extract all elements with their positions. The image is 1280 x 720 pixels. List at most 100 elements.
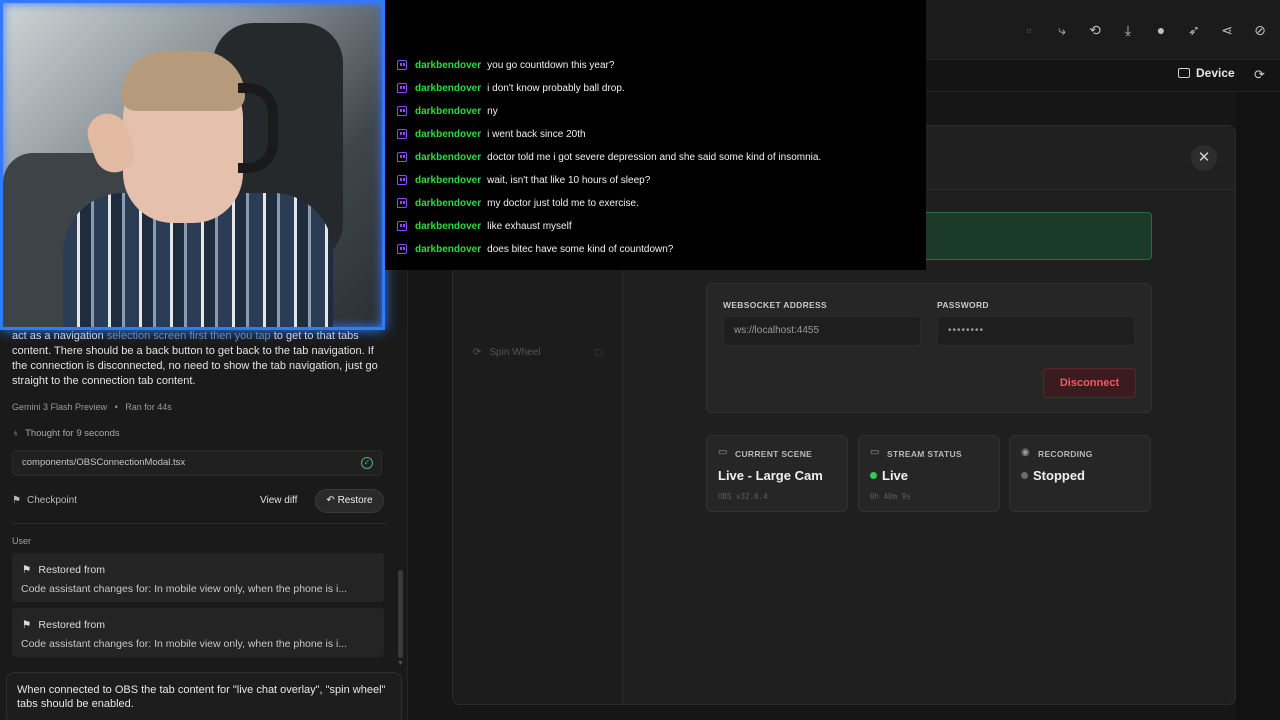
share-icon[interactable]: ⋖ — [1218, 21, 1236, 39]
scene-value: Live - Large Cam — [718, 468, 823, 483]
twitch-icon — [397, 60, 407, 70]
thought-label: Thought for 9 seconds — [25, 428, 120, 439]
prompt-input[interactable]: When connected to OBS the tab content fo… — [6, 672, 402, 720]
chat-text: ny — [487, 105, 498, 117]
thought-toggle[interactable]: ♁ Thought for 9 seconds — [12, 428, 120, 439]
recording-value: Stopped — [1033, 468, 1085, 483]
refresh-icon: ⟳ — [473, 346, 482, 358]
rocket-icon[interactable]: ➶ — [1185, 21, 1203, 39]
restored-title: Restored from — [38, 564, 105, 576]
password-label: PASSWORD — [937, 300, 989, 310]
flag-icon: ⚑ — [22, 619, 32, 631]
chat-message: darkbendover like exhaust myself — [397, 218, 572, 234]
webcam-person-hair — [121, 51, 245, 111]
twitch-icon — [397, 221, 407, 231]
twitch-icon — [397, 152, 407, 162]
twitch-icon — [397, 106, 407, 116]
disconnect-button[interactable]: Disconnect — [1043, 368, 1136, 398]
changed-file[interactable]: components/OBSConnectionModal.tsx ✓ — [12, 450, 382, 476]
flag-icon: ⚑ — [22, 564, 32, 576]
chat-username: darkbendover — [415, 82, 482, 94]
stopped-dot — [1021, 472, 1028, 479]
chat-text: i went back since 20th — [487, 128, 586, 140]
chat-username: darkbendover — [415, 151, 482, 163]
scroll-down-icon[interactable]: ▼ — [397, 660, 404, 667]
restored-desc: Code assistant changes for: In mobile vi… — [21, 638, 348, 650]
password-input[interactable]: •••••••• — [937, 316, 1135, 346]
chat-username: darkbendover — [415, 220, 482, 232]
view-diff-button[interactable]: View diff — [260, 495, 297, 506]
top-toolbar: ▫ ⤷ ⟲ ⤓ ● ➶ ⋖ ⊘ — [926, 0, 1280, 60]
undo-icon: ↶ — [326, 495, 338, 506]
restore-button[interactable]: ↶ Restore — [315, 489, 384, 513]
chat-username: darkbendover — [415, 59, 482, 71]
webcam-overlay — [0, 0, 385, 330]
checkpoint-label: Checkpoint — [26, 495, 77, 506]
model-name: Gemini 3 Flash Preview — [12, 402, 108, 412]
flag-icon: ⚑ — [12, 495, 21, 506]
chat-text: wait, isn't that like 10 hours of sleep? — [487, 174, 651, 186]
recording-value-wrap: Stopped — [1021, 468, 1085, 483]
twitch-icon — [397, 83, 407, 93]
twitch-chat-overlay: darkbendover you go countdown this year? … — [385, 0, 926, 270]
restored-desc: Code assistant changes for: In mobile vi… — [21, 583, 348, 595]
twitch-icon — [397, 175, 407, 185]
stream-value-wrap: Live — [870, 468, 908, 483]
device-label: Device — [1196, 66, 1235, 80]
tab-spin-wheel[interactable]: ⟳ Spin Wheel ▢ — [473, 340, 603, 364]
twitch-icon — [397, 244, 407, 254]
device-button[interactable]: Device — [1178, 66, 1235, 80]
chat-username: darkbendover — [415, 105, 482, 117]
chat-message: darkbendover does bitec have some kind of… — [397, 241, 673, 257]
save-icon[interactable]: ▫ — [1020, 21, 1038, 39]
chat-text: you go countdown this year? — [487, 59, 615, 71]
chat-message: darkbendover my doctor just told me to ex… — [397, 195, 639, 211]
preview-bar: Device ⟳ — [926, 60, 1280, 92]
restored-title: Restored from — [38, 619, 105, 631]
stream-label: STREAM STATUS — [887, 449, 962, 459]
tab-label: Spin Wheel — [489, 346, 541, 358]
obs-version: OBS v32.0.4 — [718, 492, 768, 501]
scrollbar[interactable] — [398, 570, 403, 658]
monitor-icon — [1178, 68, 1190, 78]
chat-text: does bitec have some kind of countdown? — [487, 243, 674, 255]
twitch-icon — [397, 198, 407, 208]
stream-status-card: ▭ STREAM STATUS Live 0h 40m 9s — [858, 435, 1000, 512]
user-label: User — [12, 536, 32, 546]
chat-message: darkbendover i went back since 20th — [397, 126, 586, 142]
message-text-1: act as a navigation — [12, 330, 107, 342]
restored-item[interactable]: ⚑ Restored from Code assistant changes fo… — [12, 553, 384, 602]
preview-edge — [1236, 92, 1280, 720]
current-scene-card: ▭ CURRENT SCENE Live - Large Cam OBS v32… — [706, 435, 848, 512]
headphones — [238, 83, 278, 173]
lock-icon: ▢ — [594, 346, 603, 357]
monitor-icon: ▭ — [718, 447, 728, 458]
chat-message: darkbendover i don't know probably ball d… — [397, 80, 625, 96]
chat-text: i don't know probably ball drop. — [487, 82, 625, 94]
restore-label: Restore — [337, 495, 373, 506]
close-icon[interactable]: ✕ — [1191, 145, 1217, 171]
twitch-icon — [397, 129, 407, 139]
download-icon[interactable]: ⤓ — [1119, 21, 1137, 39]
fork-icon[interactable]: ⤷ — [1053, 21, 1071, 39]
record-icon: ◉ — [1021, 447, 1030, 458]
check-icon: ✓ — [361, 457, 373, 469]
restored-item[interactable]: ⚑ Restored from Code assistant changes fo… — [12, 608, 384, 657]
hide-icon[interactable]: ⊘ — [1251, 21, 1269, 39]
chat-text: like exhaust myself — [487, 220, 572, 232]
live-dot — [870, 472, 877, 479]
websocket-input[interactable]: ws://localhost:4455 — [723, 316, 921, 346]
divider — [12, 523, 386, 524]
checkpoint: ⚑ Checkpoint — [12, 495, 77, 506]
run-time: Ran for 44s — [125, 402, 172, 412]
stream-value: Live — [882, 468, 909, 483]
message-highlight: selection screen first then you tap — [106, 330, 271, 342]
github-icon[interactable]: ● — [1152, 21, 1170, 39]
assistant-message: act as a navigation selection screen fir… — [12, 329, 390, 389]
chat-text: my doctor just told me to exercise. — [487, 197, 639, 209]
run-meta: Gemini 3 Flash Preview • Ran for 44s — [12, 402, 172, 412]
recording-card: ◉ RECORDING Stopped — [1009, 435, 1151, 512]
refresh-icon[interactable]: ⟳ — [1254, 67, 1265, 83]
scene-label: CURRENT SCENE — [735, 449, 813, 459]
history-icon[interactable]: ⟲ — [1086, 21, 1104, 39]
